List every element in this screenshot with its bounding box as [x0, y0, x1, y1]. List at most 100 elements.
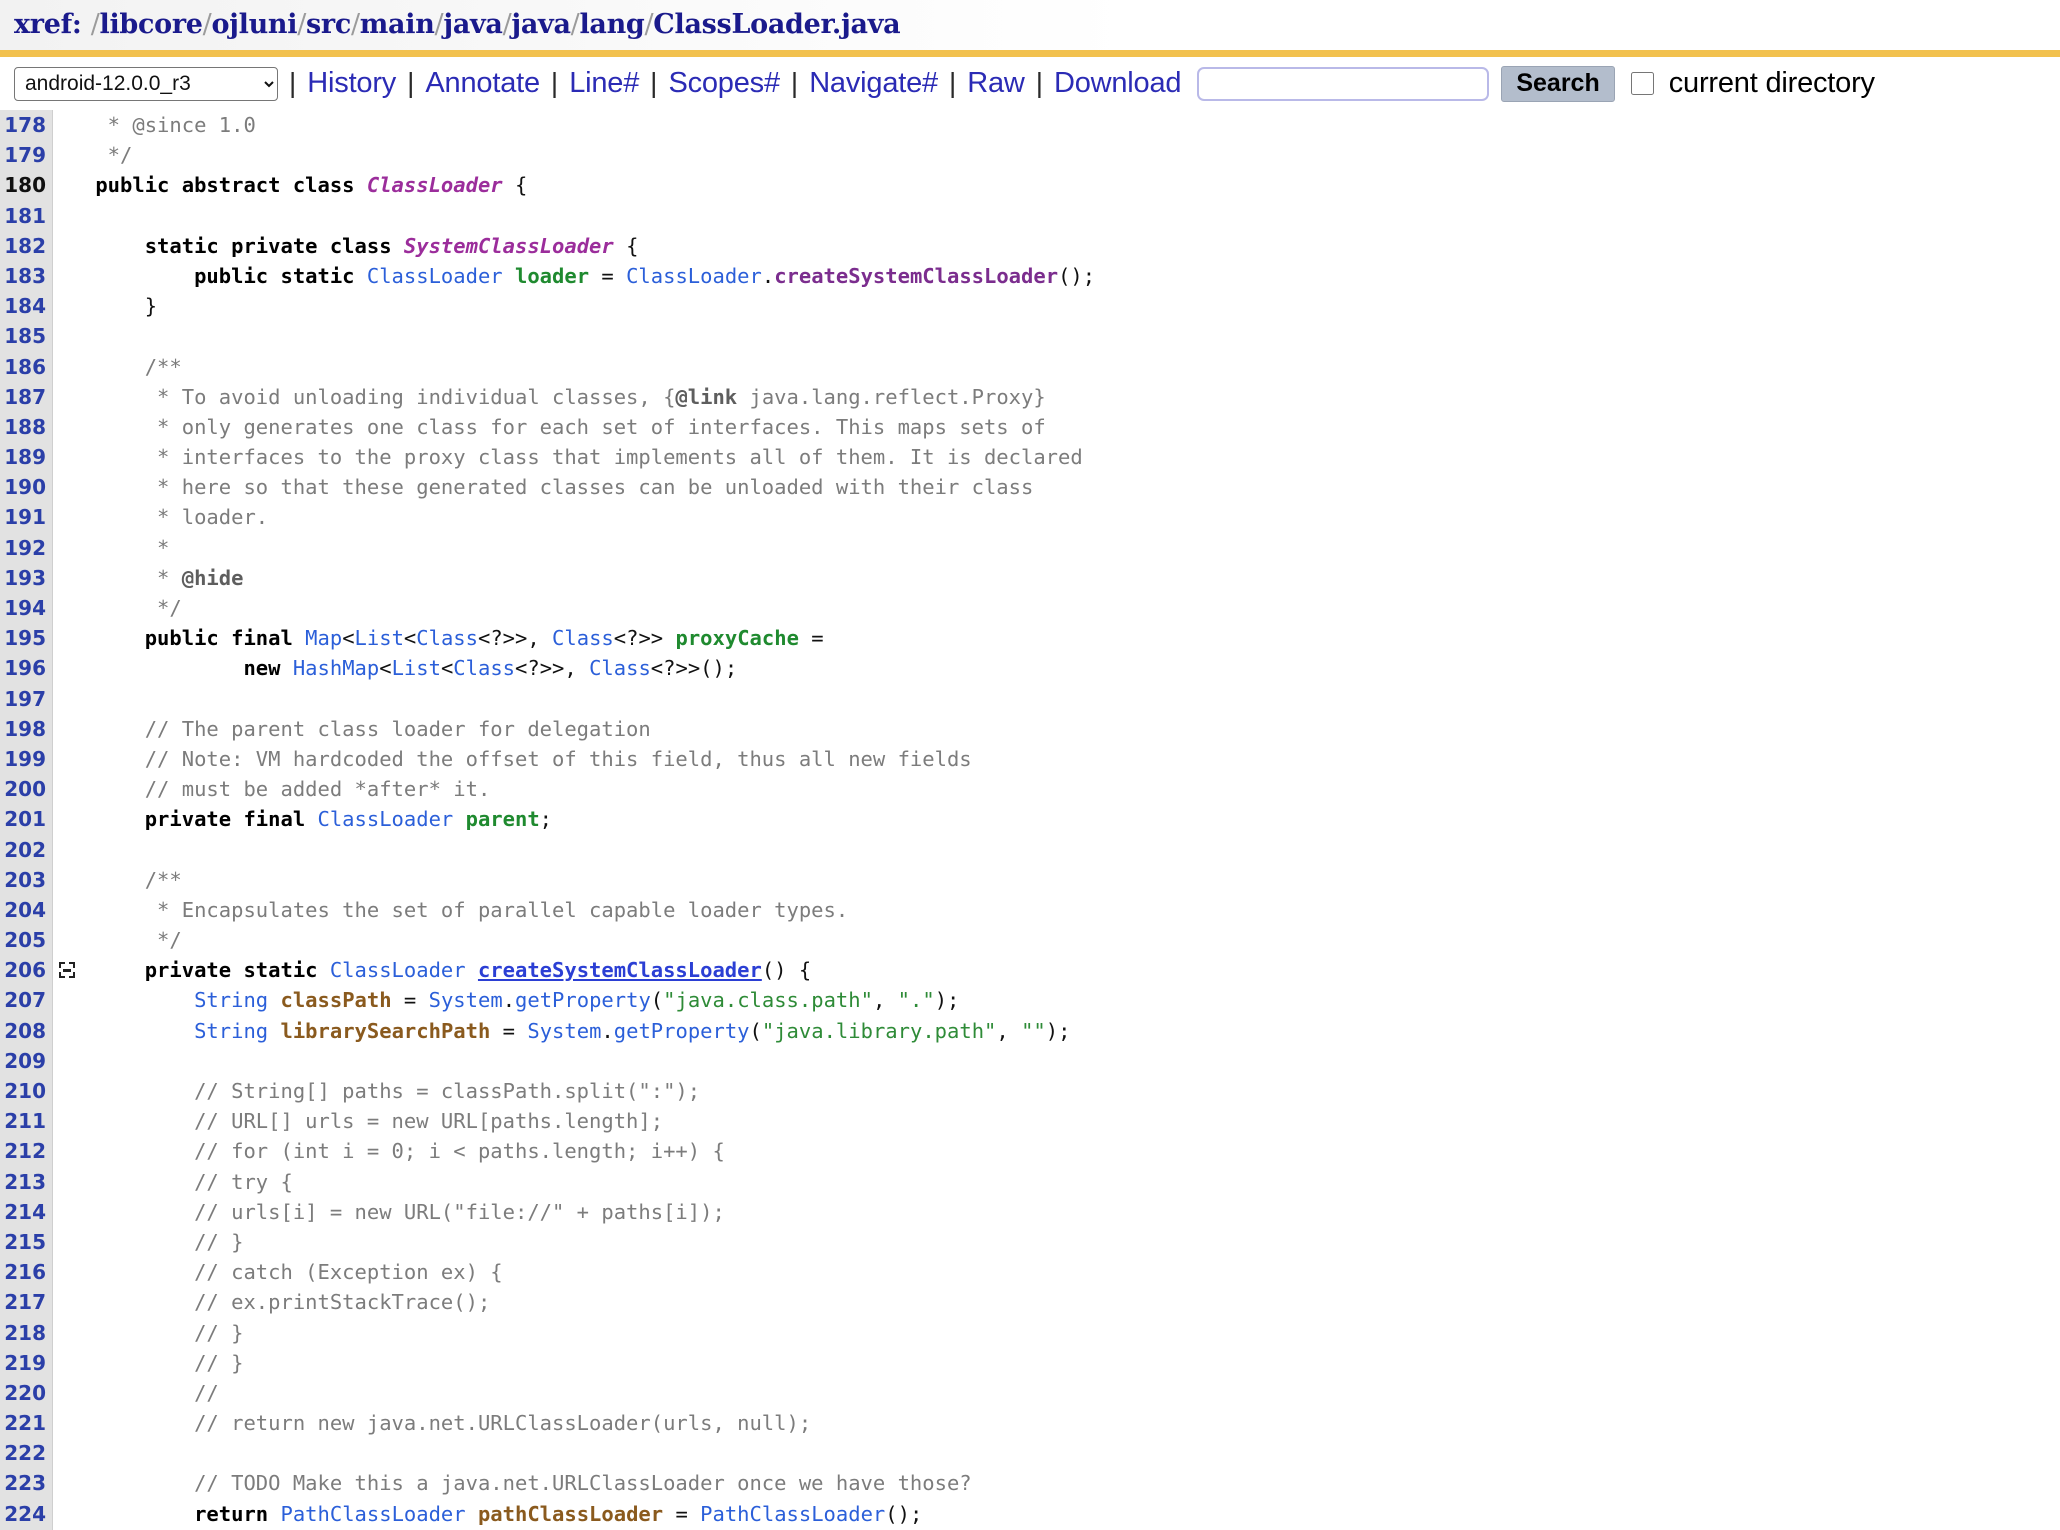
- line-number[interactable]: 189: [0, 442, 53, 472]
- code-symbol-link[interactable]: ClassLoader: [318, 807, 454, 831]
- code-line: 178 * @since 1.0: [0, 110, 2060, 140]
- line-number[interactable]: 198: [0, 714, 53, 744]
- code-token: ,: [996, 1018, 1022, 1043]
- nav-link-history[interactable]: History: [307, 67, 396, 99]
- path-segment[interactable]: libcore: [100, 9, 203, 40]
- line-number[interactable]: 200: [0, 774, 53, 804]
- code-symbol-link[interactable]: Map: [305, 626, 342, 650]
- line-number[interactable]: 192: [0, 533, 53, 563]
- code-symbol-link[interactable]: System: [429, 988, 503, 1012]
- path-segment[interactable]: lang: [579, 9, 644, 40]
- line-number[interactable]: 209: [0, 1046, 53, 1076]
- line-number[interactable]: 220: [0, 1378, 53, 1408]
- line-number[interactable]: 182: [0, 231, 53, 261]
- code-text: private final ClassLoader parent;: [81, 804, 552, 834]
- code-symbol-link[interactable]: getProperty: [614, 1019, 750, 1043]
- line-number[interactable]: 212: [0, 1136, 53, 1166]
- line-number[interactable]: 194: [0, 593, 53, 623]
- code-symbol-link[interactable]: SystemClassLoader: [404, 234, 614, 258]
- line-number[interactable]: 188: [0, 412, 53, 442]
- code-symbol-link[interactable]: System: [527, 1019, 601, 1043]
- path-segment[interactable]: java: [511, 9, 571, 40]
- line-number[interactable]: 193: [0, 563, 53, 593]
- line-number[interactable]: 215: [0, 1227, 53, 1257]
- code-symbol-link[interactable]: List: [392, 656, 441, 680]
- code-symbol-link[interactable]: ClassLoader: [330, 958, 466, 982]
- code-symbol-link[interactable]: List: [355, 626, 404, 650]
- line-number[interactable]: 214: [0, 1197, 53, 1227]
- line-number[interactable]: 222: [0, 1438, 53, 1468]
- line-number[interactable]: 203: [0, 865, 53, 895]
- line-number[interactable]: 218: [0, 1318, 53, 1348]
- path-segment[interactable]: ClassLoader.java: [653, 9, 900, 40]
- line-number[interactable]: 201: [0, 804, 53, 834]
- line-number[interactable]: 204: [0, 895, 53, 925]
- line-number[interactable]: 219: [0, 1348, 53, 1378]
- nav-link-navigate[interactable]: Navigate#: [809, 67, 938, 99]
- code-symbol-link[interactable]: ClassLoader: [367, 173, 503, 197]
- nav-link-raw[interactable]: Raw: [967, 67, 1025, 99]
- line-number[interactable]: 191: [0, 502, 53, 532]
- line-number[interactable]: 208: [0, 1016, 53, 1046]
- code-symbol-link[interactable]: ClassLoader: [367, 264, 503, 288]
- code-symbol-link[interactable]: createSystemClassLoader: [478, 958, 762, 982]
- line-number[interactable]: 221: [0, 1408, 53, 1438]
- code-token: *: [83, 565, 182, 590]
- search-button[interactable]: Search: [1501, 65, 1615, 102]
- path-segment[interactable]: ojluni: [211, 9, 297, 40]
- code-symbol-link[interactable]: createSystemClassLoader: [774, 264, 1058, 288]
- search-input[interactable]: [1197, 66, 1490, 101]
- line-number[interactable]: 211: [0, 1106, 53, 1136]
- line-number[interactable]: 210: [0, 1076, 53, 1106]
- line-number[interactable]: 187: [0, 382, 53, 412]
- line-number[interactable]: 178: [0, 110, 53, 140]
- line-number[interactable]: 179: [0, 140, 53, 170]
- line-number[interactable]: 216: [0, 1257, 53, 1287]
- nav-link-scopes[interactable]: Scopes#: [668, 67, 780, 99]
- code-symbol-link[interactable]: Class: [552, 626, 614, 650]
- line-number[interactable]: 206: [0, 955, 53, 985]
- path-segment[interactable]: java: [443, 9, 503, 40]
- line-number[interactable]: 224: [0, 1499, 53, 1529]
- line-number[interactable]: 185: [0, 321, 53, 351]
- code-line: 218 // }: [0, 1318, 2060, 1348]
- code-symbol-link[interactable]: Class: [589, 656, 651, 680]
- code-viewport[interactable]: 178 * @since 1.0 179 */180 public abstrac…: [0, 110, 2060, 1530]
- path-segment[interactable]: main: [360, 9, 435, 40]
- current-directory-checkbox[interactable]: [1630, 72, 1654, 95]
- nav-link-download[interactable]: Download: [1054, 67, 1182, 99]
- nav-link-line[interactable]: Line#: [569, 67, 639, 99]
- code-fold-toggle-icon[interactable]: [59, 962, 75, 979]
- line-number[interactable]: 190: [0, 472, 53, 502]
- line-number[interactable]: 196: [0, 653, 53, 683]
- code-symbol-link[interactable]: PathClassLoader: [700, 1502, 885, 1526]
- line-number[interactable]: 181: [0, 201, 53, 231]
- code-token: private final: [83, 807, 318, 832]
- code-symbol-link[interactable]: Class: [416, 626, 478, 650]
- line-number[interactable]: 207: [0, 985, 53, 1015]
- line-number[interactable]: 199: [0, 744, 53, 774]
- code-symbol-link[interactable]: String: [194, 988, 268, 1012]
- line-number[interactable]: 197: [0, 684, 53, 714]
- line-number[interactable]: 217: [0, 1287, 53, 1317]
- path-segment[interactable]: src: [306, 9, 351, 40]
- line-number[interactable]: 183: [0, 261, 53, 291]
- code-text: public final Map<List<Class<?>>, Class<?…: [81, 623, 824, 653]
- line-number[interactable]: 186: [0, 352, 53, 382]
- code-symbol-link[interactable]: HashMap: [293, 656, 379, 680]
- code-symbol-link[interactable]: String: [194, 1019, 268, 1043]
- code-symbol-link[interactable]: ClassLoader: [626, 264, 762, 288]
- line-number[interactable]: 213: [0, 1167, 53, 1197]
- line-number[interactable]: 184: [0, 291, 53, 321]
- code-symbol-link[interactable]: Class: [453, 656, 515, 680]
- line-number[interactable]: 205: [0, 925, 53, 955]
- line-number[interactable]: 195: [0, 623, 53, 653]
- code-token: // Note: VM hardcoded the offset of this…: [83, 746, 972, 771]
- code-symbol-link[interactable]: PathClassLoader: [280, 1502, 465, 1526]
- nav-link-annotate[interactable]: Annotate: [425, 67, 540, 99]
- line-number[interactable]: 223: [0, 1468, 53, 1498]
- code-symbol-link[interactable]: getProperty: [515, 988, 651, 1012]
- line-number[interactable]: 202: [0, 835, 53, 865]
- project-version-select[interactable]: android-12.0.0_r3: [14, 66, 278, 101]
